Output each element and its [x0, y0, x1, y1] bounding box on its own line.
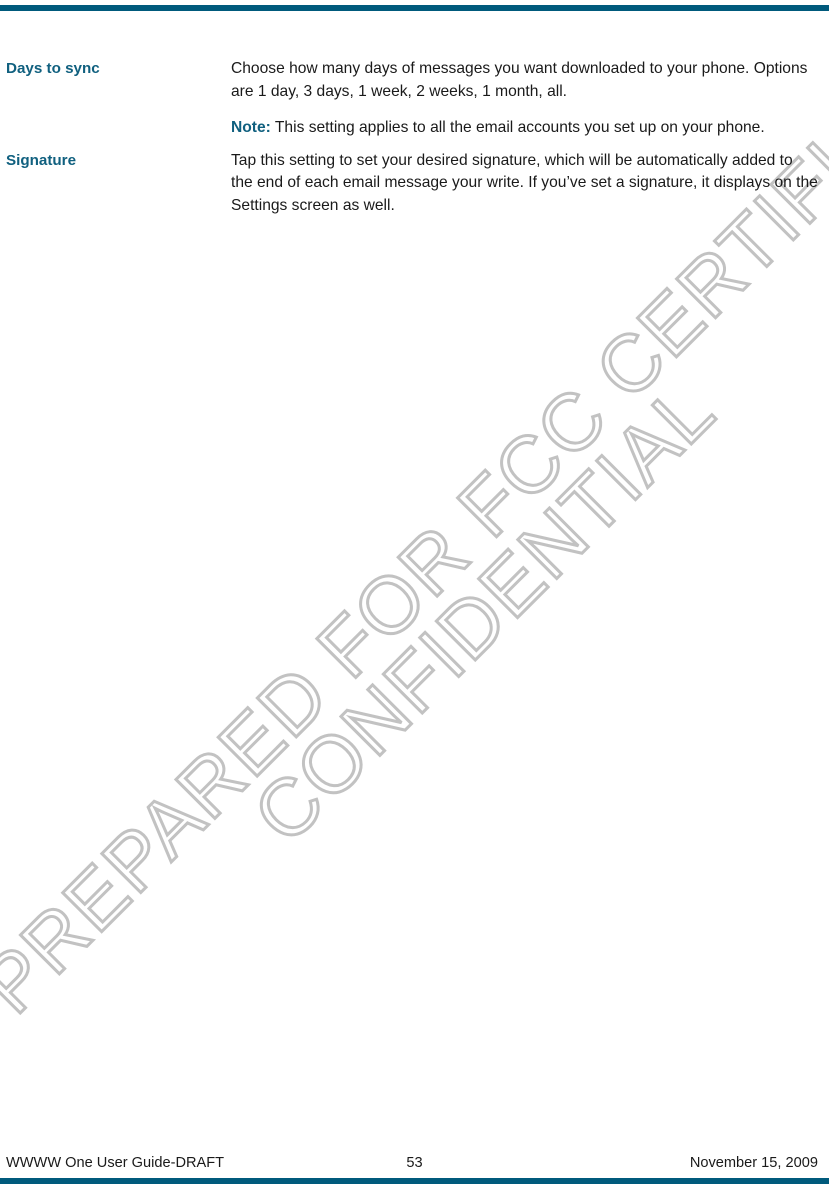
term-signature: Signature — [6, 151, 77, 169]
footer-rule — [0, 1178, 829, 1184]
definition-entry-days-to-sync: Days to sync Choose how many days of mes… — [0, 58, 829, 140]
definition-entry-signature: Signature Tap this setting to set your d… — [0, 150, 829, 218]
watermark-line-confidential: CONFIDENTIAL — [235, 363, 733, 861]
footer-date: November 15, 2009 — [689, 1155, 818, 1171]
paragraph: Tap this setting to set your desired sig… — [231, 150, 818, 218]
document-page: PREPARED FOR FCC CERTIFICATION CONFIDENT… — [0, 0, 829, 1189]
paragraph-note: Note: This setting applies to all the em… — [231, 117, 818, 140]
note-label: Note: — [231, 119, 271, 136]
definition-days-to-sync: Choose how many days of messages you wan… — [231, 58, 829, 140]
page-footer: WWWW One User Guide-DRAFT 53 November 15… — [0, 1152, 829, 1178]
note-text: This setting applies to all the email ac… — [270, 119, 765, 136]
page-content: Days to sync Choose how many days of mes… — [0, 0, 829, 217]
paragraph-text: Tap this setting to set your desired sig… — [231, 151, 818, 214]
paragraph: Choose how many days of messages you wan… — [231, 58, 818, 103]
paragraph-text: Choose how many days of messages you wan… — [231, 60, 808, 100]
term-days-to-sync: Days to sync — [6, 60, 100, 77]
definition-signature: Tap this setting to set your desired sig… — [231, 150, 829, 218]
